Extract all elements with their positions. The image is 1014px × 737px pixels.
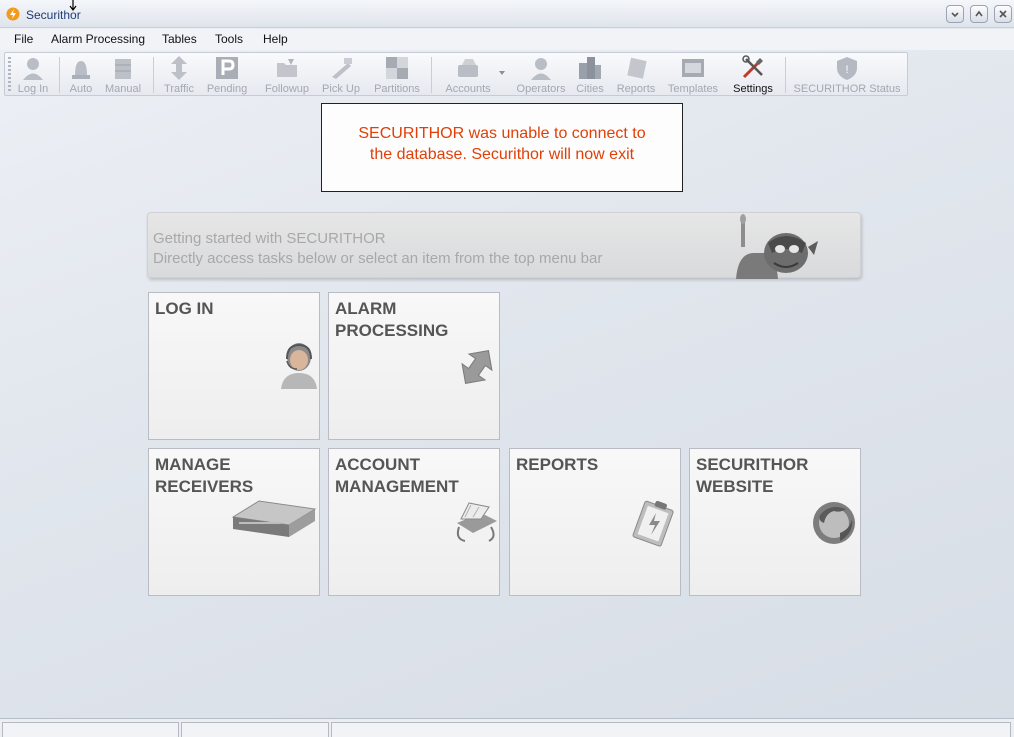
menu-tables[interactable]: Tables [162, 32, 197, 46]
toolbar-separator [59, 57, 60, 93]
toolbar-accounts-button[interactable]: Accounts [437, 53, 499, 97]
menu-alarm-processing[interactable]: Alarm Processing [51, 32, 145, 46]
toolbar-separator [431, 57, 432, 93]
banner-subtitle: Directly access tasks below or select an… [153, 250, 603, 267]
toolbar-settings-button[interactable]: Settings [729, 53, 777, 97]
dropdown-arrow-icon[interactable] [499, 71, 505, 75]
toolbar-grip[interactable] [8, 57, 11, 93]
receiver-icon [231, 500, 317, 537]
close-icon [999, 10, 1007, 18]
shield-icon: ! [837, 57, 857, 80]
menu-file[interactable]: File [14, 32, 33, 46]
toolbar-manual-button[interactable]: Manual [101, 53, 145, 97]
card-file-icon [458, 59, 478, 77]
menu-help[interactable]: Help [263, 32, 288, 46]
tile-alarm-processing[interactable]: ALARM PROCESSING [328, 292, 500, 440]
clipboard-icon [632, 500, 674, 547]
minimize-icon [951, 12, 959, 18]
tile-securithor-website[interactable]: SECURITHOR WEBSITE [689, 448, 861, 596]
toolbar-separator [153, 57, 154, 93]
toolbar-auto-button[interactable]: Auto [63, 53, 99, 97]
template-icon [682, 59, 704, 77]
p-box-icon [216, 57, 238, 79]
maximize-icon [975, 10, 983, 17]
folder-icon [277, 59, 297, 77]
toolbar-login-button[interactable]: Log In [13, 53, 53, 97]
toolbar-followup-button[interactable]: Followup [259, 53, 315, 97]
card-file-icon [456, 502, 497, 542]
toolbar-traffic-button[interactable]: Traffic [159, 53, 199, 97]
error-line-2: the database. Securithor will now exit [369, 146, 635, 163]
grid-icon [386, 57, 408, 79]
mascot-icon [736, 214, 818, 279]
arrows-icon [461, 350, 493, 384]
error-line-1: SECURITHOR was unable to connect to [358, 125, 646, 142]
securithor-logo-icon [6, 7, 20, 21]
maximize-button[interactable] [970, 5, 988, 23]
status-pane-3 [331, 722, 1011, 737]
operator-icon [281, 343, 317, 389]
alarm-light-icon [72, 61, 90, 79]
toolbar-cities-button[interactable]: Cities [575, 53, 605, 97]
tools-icon [742, 55, 763, 79]
getting-started-banner: Getting started with SECURITHOR Directly… [147, 212, 861, 279]
pickup-icon [332, 58, 352, 79]
tile-reports[interactable]: REPORTS [509, 448, 681, 596]
globe-icon [813, 502, 855, 544]
main-toolbar: Log In Auto Manual Traffic Pending Follo… [4, 52, 908, 96]
close-button[interactable] [994, 5, 1012, 23]
toolbar-templates-button[interactable]: Templates [661, 53, 725, 97]
database-error-message: SECURITHOR was unable to connect to the … [321, 103, 683, 192]
menu-tools[interactable]: Tools [215, 32, 243, 46]
status-pane-1 [2, 722, 179, 737]
cabinet-icon [115, 59, 131, 79]
tile-account-management[interactable]: ACCOUNT MANAGEMENT [328, 448, 500, 596]
status-bar [0, 718, 1014, 737]
mouse-cursor-icon [69, 0, 77, 11]
minimize-button[interactable] [946, 5, 964, 23]
arrows-icon [171, 56, 187, 80]
tile-log-in[interactable]: LOG IN [148, 292, 320, 440]
report-icon [627, 57, 647, 79]
operator-icon [531, 58, 551, 80]
toolbar-pending-button[interactable]: Pending [203, 53, 251, 97]
toolbar-partitions-button[interactable]: Partitions [369, 53, 425, 97]
user-icon [23, 58, 43, 80]
menu-bar: File Alarm Processing Tables Tools Help [0, 29, 1014, 50]
city-icon [579, 57, 601, 79]
status-pane-2 [181, 722, 329, 737]
toolbar-operators-button[interactable]: Operators [509, 53, 573, 97]
toolbar-pickup-button[interactable]: Pick Up [319, 53, 363, 97]
banner-title: Getting started with SECURITHOR [153, 230, 386, 247]
toolbar-separator [785, 57, 786, 93]
tile-manage-receivers[interactable]: MANAGE RECEIVERS [148, 448, 320, 596]
toolbar-status-button[interactable]: ! SECURITHOR Status [791, 53, 903, 97]
toolbar-reports-button[interactable]: Reports [613, 53, 659, 97]
title-bar: Securithor [0, 0, 1014, 28]
svg-text:!: ! [845, 64, 848, 76]
